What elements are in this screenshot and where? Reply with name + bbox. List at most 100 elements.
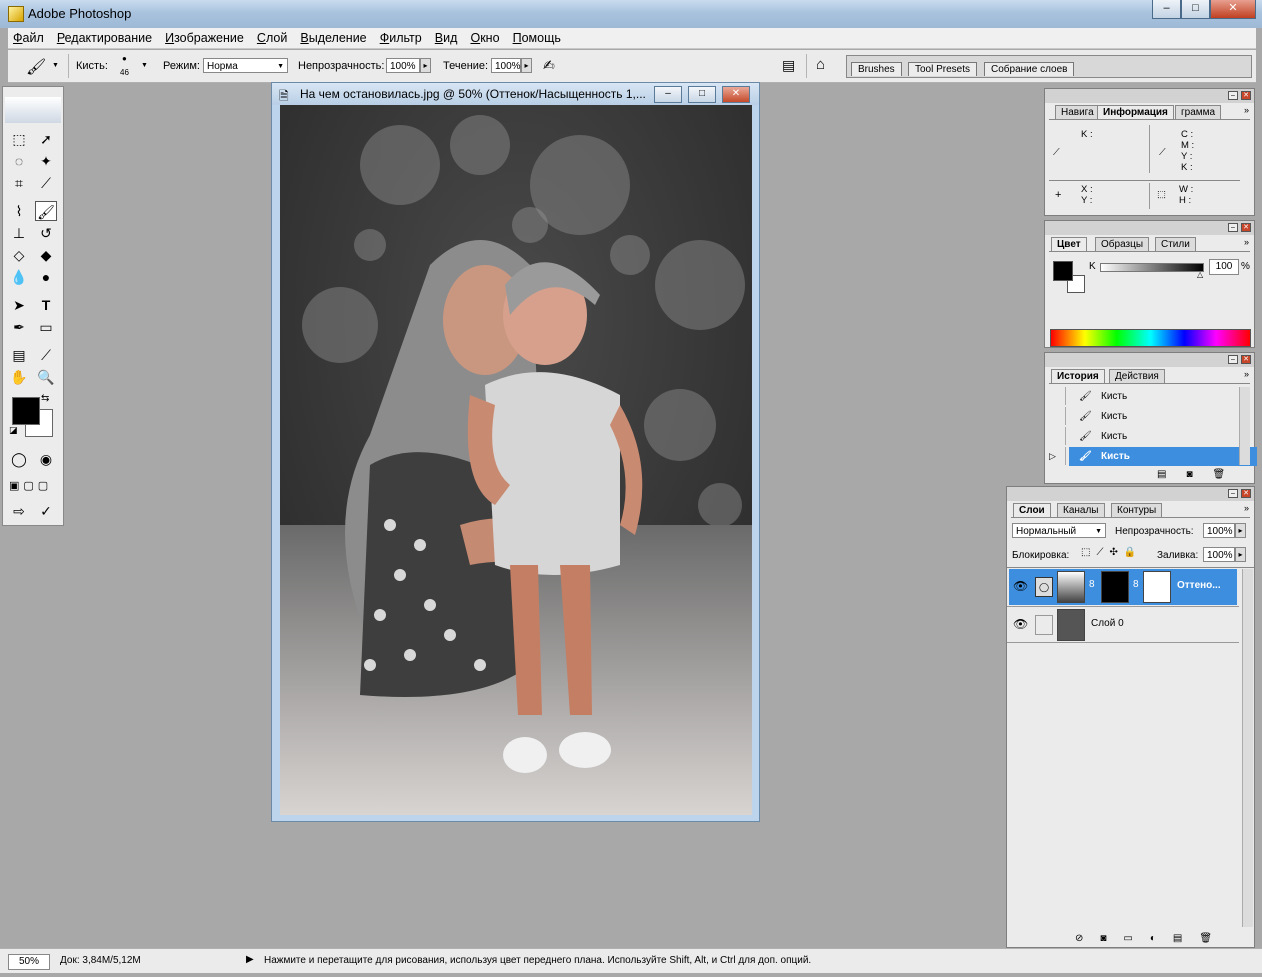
magic-wand-tool-icon[interactable]: ✦ xyxy=(35,151,57,171)
preset-dropdown-arrow-icon[interactable]: ▼ xyxy=(52,62,59,69)
opacity-slider-arrow-icon[interactable]: ▸ xyxy=(420,58,431,73)
tab-channels[interactable]: Каналы xyxy=(1057,503,1105,517)
layer-link-box[interactable] xyxy=(1035,615,1053,635)
brush-dot-icon[interactable]: ● xyxy=(122,54,127,63)
tab-color[interactable]: Цвет xyxy=(1051,237,1087,252)
shape-tool-icon[interactable]: ▭ xyxy=(35,317,57,337)
close-button[interactable]: ✕ xyxy=(1210,0,1256,19)
slice-tool-icon[interactable]: ⟋ xyxy=(35,173,57,193)
layer-opacity-arrow-icon[interactable]: ▸ xyxy=(1235,523,1246,538)
layers-panel-close-icon[interactable]: ✕ xyxy=(1241,489,1251,498)
history-panel-minimize-icon[interactable]: – xyxy=(1228,355,1238,364)
quick-mask-mode-icon[interactable]: ◉ xyxy=(35,449,57,469)
type-tool-icon[interactable]: T xyxy=(35,295,57,315)
airbrush-icon[interactable]: ✍ xyxy=(543,57,555,74)
path-selection-tool-icon[interactable]: ➤ xyxy=(8,295,30,315)
history-panel-close-icon[interactable]: ✕ xyxy=(1241,355,1251,364)
layers-panel-minimize-icon[interactable]: – xyxy=(1228,489,1238,498)
tab-paths[interactable]: Контуры xyxy=(1111,503,1163,517)
k-slider[interactable] xyxy=(1100,263,1204,272)
fill-arrow-icon[interactable]: ▸ xyxy=(1235,547,1246,562)
history-source-checkbox[interactable] xyxy=(1049,387,1066,405)
info-panel-minimize-icon[interactable]: – xyxy=(1228,91,1238,100)
file-browser-icon[interactable]: ⌂ xyxy=(816,56,825,73)
history-panel-menu-icon[interactable]: » xyxy=(1244,369,1249,379)
zoom-input[interactable]: 50% xyxy=(8,954,50,970)
info-panel-close-icon[interactable]: ✕ xyxy=(1241,91,1251,100)
dodge-tool-icon[interactable]: ● xyxy=(35,267,57,287)
menu-view[interactable]: Вид xyxy=(430,28,463,48)
layer-row-base[interactable]: 👁 Слой 0 xyxy=(1009,607,1237,643)
menu-edit[interactable]: Редактирование xyxy=(52,28,157,48)
default-colors-icon[interactable]: ◪ xyxy=(9,425,18,436)
doc-maximize-button[interactable]: □ xyxy=(688,86,716,103)
crop-tool-icon[interactable]: ⌗ xyxy=(8,173,30,193)
menu-help[interactable]: Помощь xyxy=(508,28,566,48)
doc-minimize-button[interactable]: – xyxy=(654,86,682,103)
history-item-selected[interactable]: 🖌 Кисть xyxy=(1069,447,1257,466)
blur-tool-icon[interactable]: 💧 xyxy=(8,267,30,287)
move-tool-icon[interactable]: ➚ xyxy=(35,129,57,149)
adobe-online-feather-icon[interactable] xyxy=(5,97,61,123)
color-ramp[interactable] xyxy=(1050,329,1251,347)
k-value-input[interactable]: 100 xyxy=(1209,259,1239,275)
flow-input[interactable]: 100% xyxy=(491,58,521,73)
blend-mode-select[interactable]: Нормальный ▼ xyxy=(1012,523,1106,538)
eraser-tool-icon[interactable]: ◇ xyxy=(8,245,30,265)
history-scrollbar[interactable] xyxy=(1239,387,1250,465)
menu-file[interactable]: Файл xyxy=(8,28,49,48)
lasso-tool-icon[interactable]: ◌ xyxy=(8,151,30,171)
history-state-slider-icon[interactable]: ▷ xyxy=(1049,451,1056,462)
color-panel-close-icon[interactable]: ✕ xyxy=(1241,223,1251,232)
layers-footer-icons[interactable]: ⊘◙▭◐▤🗑 xyxy=(1075,933,1229,944)
layer-opacity-input[interactable]: 100% xyxy=(1203,523,1235,538)
tab-layers[interactable]: Слои xyxy=(1013,503,1051,518)
history-footer-icons[interactable]: ▤◙🗑 xyxy=(1157,469,1245,480)
foreground-color-swatch[interactable] xyxy=(12,397,40,425)
tab-history[interactable]: История xyxy=(1051,369,1105,384)
minimize-button[interactable]: – xyxy=(1152,0,1181,19)
palette-toggle-icon[interactable]: ▤ xyxy=(782,57,795,74)
history-item[interactable]: 🖌 Кисть xyxy=(1069,407,1257,426)
hand-tool-icon[interactable]: ✋ xyxy=(8,367,30,387)
well-tab-layer-comps[interactable]: Собрание слоев xyxy=(984,62,1075,76)
tab-swatches[interactable]: Образцы xyxy=(1095,237,1150,251)
eyedropper-tool-icon[interactable]: ⟋ xyxy=(35,345,57,365)
layers-scrollbar[interactable] xyxy=(1242,569,1253,927)
well-tab-brushes[interactable]: Brushes xyxy=(851,62,902,76)
standard-mode-icon[interactable]: ◯ xyxy=(8,449,30,469)
history-source-checkbox[interactable] xyxy=(1049,407,1066,425)
tab-navigator[interactable]: Навига xyxy=(1055,105,1100,119)
menu-image[interactable]: Изображение xyxy=(160,28,249,48)
menu-select[interactable]: Выделение xyxy=(295,28,371,48)
canvas-photo[interactable] xyxy=(280,105,752,815)
tab-info[interactable]: Информация xyxy=(1097,105,1174,120)
tab-actions[interactable]: Действия xyxy=(1109,369,1165,383)
jump-to-imageready-icon[interactable]: ⇨ xyxy=(8,501,30,521)
marquee-tool-icon[interactable]: ⬚ xyxy=(8,129,30,149)
pen-tool-icon[interactable]: ✒ xyxy=(8,317,30,337)
lock-icons[interactable]: ⬚⟋✣🔒 xyxy=(1081,547,1142,558)
well-tab-tool-presets[interactable]: Tool Presets xyxy=(908,62,978,76)
history-item[interactable]: 🖌 Кисть xyxy=(1069,387,1257,406)
color-fg-swatch[interactable] xyxy=(1053,261,1073,281)
info-panel-menu-icon[interactable]: » xyxy=(1244,105,1249,115)
layers-panel-menu-icon[interactable]: » xyxy=(1244,503,1249,513)
opacity-input[interactable]: 100% xyxy=(386,58,420,73)
color-panel-minimize-icon[interactable]: – xyxy=(1228,223,1238,232)
clone-stamp-tool-icon[interactable]: ⊥ xyxy=(8,223,30,243)
tab-histogram[interactable]: грамма xyxy=(1175,105,1222,119)
fill-input[interactable]: 100% xyxy=(1203,547,1235,562)
layer-visibility-eye-icon[interactable]: 👁 xyxy=(1013,579,1028,593)
status-menu-arrow-icon[interactable]: ▶ xyxy=(246,954,254,965)
doc-close-button[interactable]: ✕ xyxy=(722,86,750,103)
history-item[interactable]: 🖌 Кисть xyxy=(1069,427,1257,446)
screen-mode-icons[interactable]: ▣▢▢ xyxy=(9,479,61,492)
zoom-tool-icon[interactable]: 🔍 xyxy=(35,367,57,387)
history-source-checkbox[interactable] xyxy=(1049,427,1066,445)
healing-brush-tool-icon[interactable]: ⌇ xyxy=(8,201,30,221)
brush-tool-preset-icon[interactable]: 🖌 xyxy=(26,57,46,77)
tab-styles[interactable]: Стили xyxy=(1155,237,1196,251)
menu-layer[interactable]: Слой xyxy=(252,28,292,48)
brush-tool-icon[interactable]: 🖌 xyxy=(35,201,57,221)
